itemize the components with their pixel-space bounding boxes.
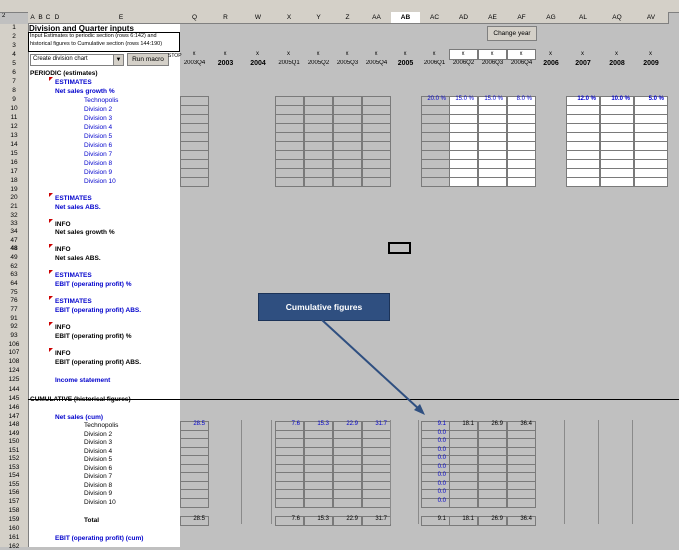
callout-arrow bbox=[321, 319, 425, 415]
